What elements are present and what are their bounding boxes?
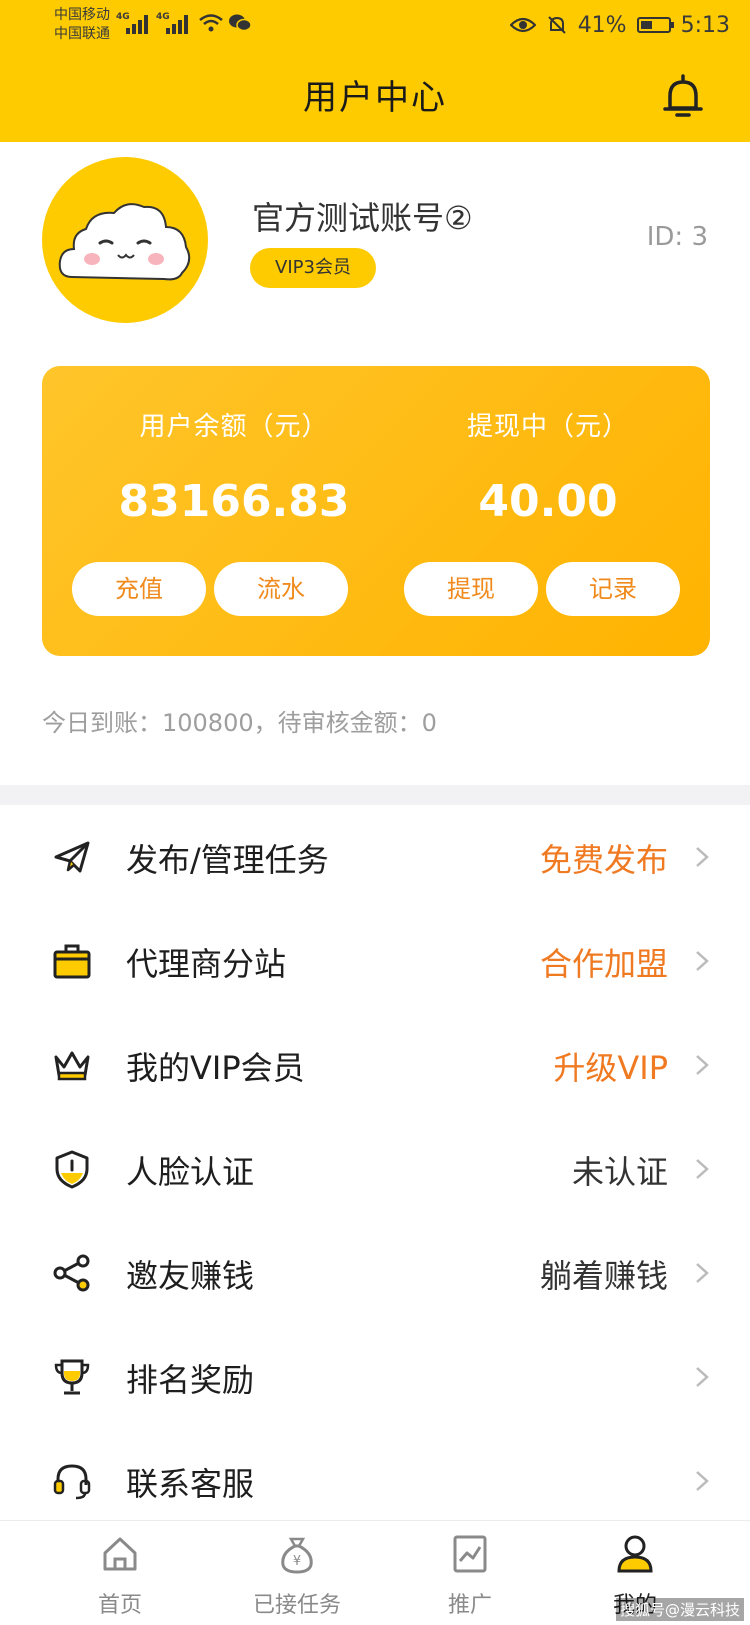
menu-right-text: 未认证 <box>571 1153 668 1191</box>
menu-item-publish-task[interactable]: 发布/管理任务 免费发布 <box>0 805 750 909</box>
chevron-right-icon <box>696 1367 709 1387</box>
battery-icon <box>636 17 674 33</box>
battery-percent: 41% <box>577 12 627 38</box>
chevron-right-icon <box>696 847 709 867</box>
briefcase-icon <box>53 944 91 979</box>
eye-icon <box>509 17 536 33</box>
section-divider <box>0 785 750 805</box>
menu-label: 人脸认证 <box>126 1153 255 1191</box>
watermark: 搜狐号@漫云科技 <box>615 1598 744 1621</box>
records-button[interactable]: 记录 <box>546 562 680 616</box>
mute-bell-icon <box>547 16 566 34</box>
carrier-info: 中国移动 中国联通 <box>54 6 110 44</box>
avatar[interactable] <box>42 157 208 323</box>
nav-label: 已接任务 <box>252 1593 341 1618</box>
flow-button[interactable]: 流水 <box>214 562 348 616</box>
withdraw-button[interactable]: 提现 <box>404 562 538 616</box>
nav-accepted-tasks[interactable]: ¥ 已接任务 <box>222 1521 372 1625</box>
nav-label: 推广 <box>447 1593 492 1618</box>
menu-item-agent-station[interactable]: 代理商分站 合作加盟 <box>0 909 750 1013</box>
balance-label: 用户余额（元） <box>139 412 329 442</box>
wechat-icon <box>229 14 252 32</box>
wifi-icon <box>199 14 223 32</box>
user-id: ID: 3 <box>646 222 708 252</box>
signal-icon <box>166 14 190 34</box>
menu-label: 排名奖励 <box>126 1361 255 1399</box>
chevron-right-icon <box>696 951 709 971</box>
clock: 5:13 <box>680 12 730 38</box>
home-icon <box>103 1537 137 1571</box>
menu-right-text: 躺着赚钱 <box>539 1257 668 1295</box>
menu-label: 联系客服 <box>126 1465 255 1503</box>
username: 官方测试账号② <box>252 199 473 237</box>
menu-label: 邀友赚钱 <box>126 1257 255 1295</box>
balance-amount: 83166.83 <box>118 476 350 527</box>
user-icon <box>617 1535 653 1573</box>
nav-label: 首页 <box>97 1593 142 1618</box>
headset-icon <box>53 1464 91 1500</box>
carrier-1: 中国移动 <box>54 7 110 23</box>
recharge-button[interactable]: 充值 <box>72 562 206 616</box>
menu-label: 我的VIP会员 <box>126 1049 305 1087</box>
bell-icon[interactable] <box>660 72 706 122</box>
withdrawing-amount: 40.00 <box>478 476 618 527</box>
menu-item-ranking[interactable]: 排名奖励 <box>0 1325 750 1429</box>
crown-icon <box>54 1051 90 1081</box>
menu-right-text: 升级VIP <box>553 1049 668 1087</box>
menu-item-face-verify[interactable]: 人脸认证 未认证 <box>0 1117 750 1221</box>
chevron-right-icon <box>696 1471 709 1491</box>
withdrawing-label: 提现中（元） <box>466 412 629 442</box>
menu-item-invite[interactable]: 邀友赚钱 躺着赚钱 <box>0 1221 750 1325</box>
shield-icon <box>55 1150 89 1189</box>
menu-label: 发布/管理任务 <box>126 841 329 879</box>
chart-icon <box>453 1535 487 1573</box>
menu-item-vip[interactable]: 我的VIP会员 升级VIP <box>0 1013 750 1117</box>
vip-badge[interactable]: VIP3会员 <box>250 248 376 288</box>
menu-right-text: 合作加盟 <box>539 945 668 983</box>
nav-promote[interactable]: 推广 <box>395 1521 545 1625</box>
trophy-icon <box>54 1359 90 1395</box>
chevron-right-icon <box>696 1159 709 1179</box>
share-icon <box>53 1254 90 1292</box>
cloud-avatar-image <box>58 203 191 281</box>
wallet-card: 用户余额（元） 83166.83 提现中（元） 40.00 充值 流水 提现 记… <box>42 366 710 656</box>
chevron-right-icon <box>696 1263 709 1283</box>
money-bag-icon: ¥ <box>281 1537 313 1574</box>
chevron-right-icon <box>696 1055 709 1075</box>
menu-right-text: 免费发布 <box>539 841 668 879</box>
app-header: 中国移动 中国联通 4G 4G 41% 5:13 用户中心 <box>0 0 750 142</box>
signal-icon <box>126 14 150 34</box>
today-info: 今日到账：100800，待审核金额：0 <box>42 709 437 737</box>
menu-item-customer-service[interactable]: 联系客服 <box>0 1429 750 1519</box>
status-bar: 中国移动 中国联通 4G 4G 41% 5:13 <box>0 0 750 50</box>
menu-label: 代理商分站 <box>126 945 287 983</box>
svg-text:¥: ¥ <box>293 1554 301 1569</box>
status-right: 41% 5:13 <box>509 10 730 40</box>
nav-home[interactable]: 首页 <box>45 1521 195 1625</box>
paper-plane-icon <box>54 841 90 873</box>
carrier-2: 中国联通 <box>54 26 110 42</box>
page-title: 用户中心 <box>303 78 447 118</box>
